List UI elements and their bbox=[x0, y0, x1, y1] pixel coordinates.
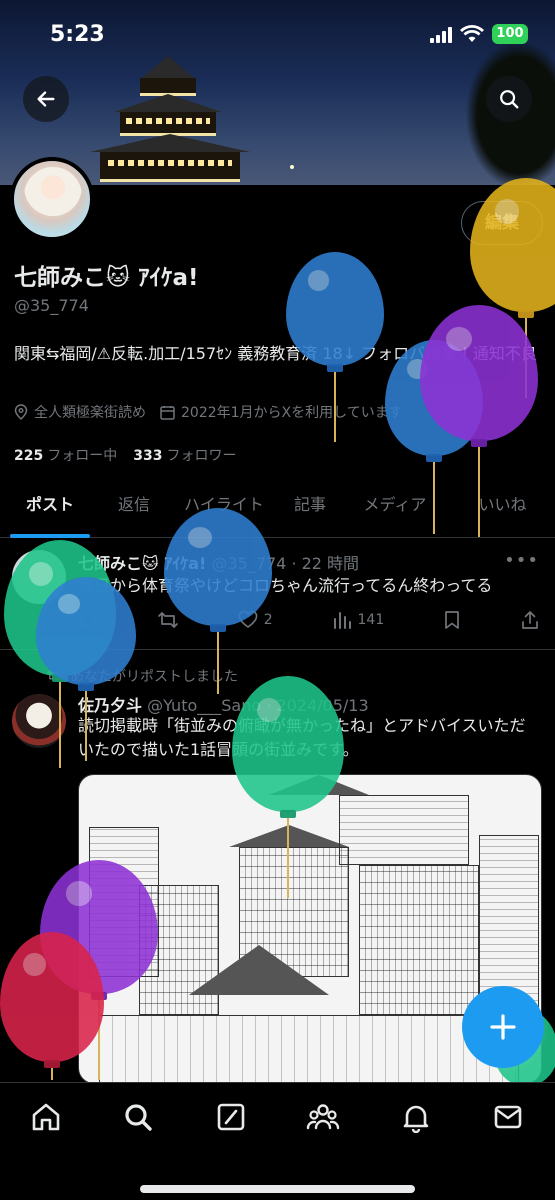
post-avatar[interactable] bbox=[12, 694, 66, 748]
like-count: 2 bbox=[263, 612, 273, 628]
search-icon bbox=[500, 90, 519, 109]
status-bar: 5:23 100 bbox=[0, 0, 555, 70]
profile-handle: @35_774 bbox=[14, 296, 89, 315]
profile-joined-text: 2022年1月からXを利用しています bbox=[181, 405, 403, 421]
post-handle-time: @Yuto___Sano · 2024/05/13 bbox=[147, 696, 369, 715]
moon bbox=[290, 165, 294, 169]
repost-icon bbox=[158, 612, 178, 628]
post[interactable]: 七師みこ🐱 ｱｲｹa! @35_774 · 22 時間 ••• 昨日から体育祭や… bbox=[0, 538, 555, 650]
location-pin-icon bbox=[14, 404, 28, 420]
wifi-icon bbox=[460, 25, 484, 42]
grok-icon bbox=[217, 1103, 245, 1131]
reply-button[interactable] bbox=[78, 610, 98, 630]
post-author-name: 七師みこ🐱 ｱｲｹa! bbox=[78, 554, 207, 573]
views-button[interactable]: 141 bbox=[332, 610, 385, 630]
display-name: 七師みこ🐱 ｱｲｹa! bbox=[14, 265, 199, 291]
repost-indicator: あなたがリポストしました bbox=[46, 666, 238, 686]
follow-stats: 225 フォロー中 333 フォロワー bbox=[14, 445, 236, 465]
heart-icon bbox=[238, 610, 258, 628]
post-text: 読切掲載時「街並みの俯瞰が無かったね」とアドバイスいただいたので描いた1話冒頭の… bbox=[78, 716, 526, 759]
post-author-name: 佐乃夕斗 bbox=[78, 696, 143, 715]
notifications-icon bbox=[403, 1105, 429, 1133]
messages-icon bbox=[494, 1105, 522, 1129]
post-header: 七師みこ🐱 ｱｲｹa! @35_774 · 22 時間 bbox=[78, 550, 359, 574]
profile-tabs: ポスト 返信 ハイライト 記事 メディア いいね bbox=[0, 482, 555, 538]
status-time: 5:23 bbox=[50, 22, 105, 47]
signal-icon bbox=[430, 27, 452, 43]
edit-profile-button[interactable]: 編集 bbox=[461, 201, 543, 245]
followers-link[interactable]: 333 フォロワー bbox=[133, 445, 236, 465]
home-icon bbox=[32, 1103, 60, 1131]
following-count: 225 bbox=[14, 448, 44, 464]
search-icon bbox=[125, 1104, 152, 1131]
tab-highlights[interactable]: ハイライト bbox=[168, 482, 280, 538]
nav-notifications[interactable] bbox=[396, 1097, 436, 1137]
battery-indicator: 100 bbox=[492, 24, 528, 44]
profile-avatar[interactable] bbox=[10, 157, 94, 241]
post-text: 昨日から体育祭やけどコロちゃん流行ってるん終わってる bbox=[78, 576, 493, 595]
post-header: 佐乃夕斗 @Yuto___Sano · 2024/05/13 bbox=[78, 692, 369, 716]
tab-media[interactable]: メディア bbox=[340, 482, 450, 538]
tab-articles[interactable]: 記事 bbox=[280, 482, 340, 538]
nav-messages[interactable] bbox=[488, 1097, 528, 1137]
like-button[interactable]: 2 bbox=[238, 610, 273, 630]
arrow-left-icon bbox=[37, 91, 55, 107]
bottom-navigation bbox=[0, 1082, 555, 1200]
profile-joined: 2022年1月からXを利用しています bbox=[160, 402, 403, 422]
back-button[interactable] bbox=[23, 76, 69, 122]
tab-replies[interactable]: 返信 bbox=[100, 482, 168, 538]
view-count: 141 bbox=[357, 612, 385, 628]
search-button[interactable] bbox=[486, 76, 532, 122]
share-icon bbox=[522, 611, 538, 629]
followers-count: 333 bbox=[133, 448, 163, 464]
profile-location-text: 全人類極楽街読め bbox=[34, 405, 146, 421]
calendar-icon bbox=[160, 405, 175, 420]
tab-posts[interactable]: ポスト bbox=[0, 482, 100, 538]
nav-grok[interactable] bbox=[211, 1097, 251, 1137]
profile-location: 全人類極楽街読め bbox=[14, 402, 146, 422]
following-label: フォロー中 bbox=[47, 448, 118, 464]
repost-icon bbox=[46, 670, 61, 682]
bookmark-icon bbox=[445, 611, 459, 629]
followers-label: フォロワー bbox=[166, 448, 237, 464]
following-link[interactable]: 225 フォロー中 bbox=[14, 445, 117, 465]
bookmark-button[interactable] bbox=[443, 610, 461, 630]
repost-label-text: あなたがリポストしました bbox=[70, 669, 238, 685]
post-handle-time: @35_774 · 22 時間 bbox=[211, 554, 360, 573]
post-avatar[interactable] bbox=[12, 550, 66, 604]
more-options-icon[interactable]: ••• bbox=[504, 550, 539, 571]
compose-button[interactable] bbox=[462, 986, 544, 1068]
nav-search[interactable] bbox=[118, 1097, 158, 1137]
home-indicator[interactable] bbox=[140, 1185, 415, 1193]
reply-icon bbox=[80, 612, 96, 629]
repost-button[interactable] bbox=[157, 610, 179, 630]
plus-icon bbox=[490, 1014, 516, 1040]
post-actions: 2 141 bbox=[78, 610, 540, 630]
nav-home[interactable] bbox=[26, 1097, 66, 1137]
tab-likes[interactable]: いいね bbox=[450, 482, 555, 538]
nav-communities[interactable] bbox=[303, 1097, 343, 1137]
communities-icon bbox=[306, 1104, 340, 1130]
views-icon bbox=[333, 612, 351, 629]
profile-bio: 関東⇆福岡/⚠反転.加工/157ｾﾝ 義務教育済 18↓ フォロバ慎重 | 通知… bbox=[14, 344, 537, 363]
profile-meta: 全人類極楽街読め 2022年1月からXを利用しています bbox=[14, 402, 403, 422]
share-button[interactable] bbox=[520, 610, 540, 630]
